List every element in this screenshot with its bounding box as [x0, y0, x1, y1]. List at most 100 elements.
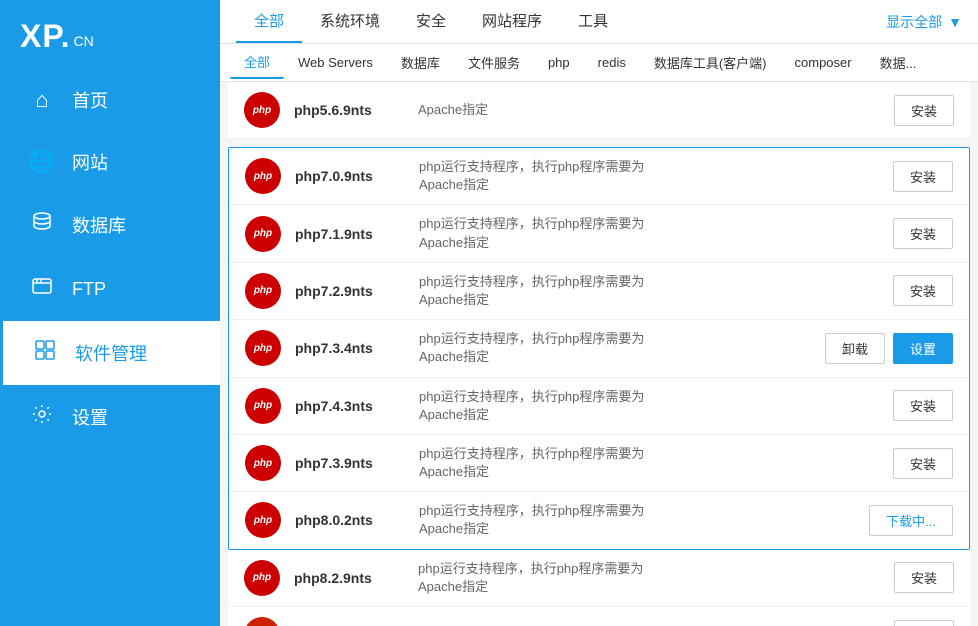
sidebar-item-home-label: 首页 [72, 87, 108, 113]
sidebar-item-ftp[interactable]: FTP [0, 257, 220, 321]
logo-area: XP. CN [0, 0, 220, 69]
main-content: 全部 系统环境 安全 网站程序 工具 显示全部 ▼ 全部 Web Servers… [220, 0, 978, 626]
redis-badge: Rit [244, 617, 280, 626]
sidebar-nav: ⌂ 首页 🌐 网站 数据库 [0, 69, 220, 626]
logo-text: XP. [20, 18, 70, 55]
settings-button[interactable]: 设置 [893, 333, 953, 364]
subtab-php[interactable]: php [534, 49, 584, 76]
install-button[interactable]: 安装 [893, 161, 953, 192]
subtab-composer[interactable]: composer [781, 49, 866, 76]
tab-tools[interactable]: 工具 [560, 0, 626, 43]
package-desc: php运行支持程序，执行php程序需要为 Apache指定 [419, 502, 855, 538]
bordered-package-section: php php7.0.9nts php运行支持程序，执行php程序需要为 Apa… [228, 147, 970, 550]
show-all-label: 显示全部 [886, 12, 942, 32]
package-name: php7.0.9nts [295, 168, 405, 184]
install-button[interactable]: 安装 [894, 95, 954, 126]
php-badge: php [245, 158, 281, 194]
list-item: php php7.1.9nts php运行支持程序，执行php程序需要为 Apa… [229, 205, 969, 262]
package-name: php8.2.9nts [294, 570, 404, 586]
package-actions: 安装 [894, 620, 954, 626]
package-name: php7.2.9nts [295, 283, 405, 299]
package-name: php7.1.9nts [295, 226, 405, 242]
tab-system-env[interactable]: 系统环境 [302, 0, 398, 43]
chevron-down-icon: ▼ [948, 14, 962, 30]
sidebar-item-home[interactable]: ⌂ 首页 [0, 69, 220, 131]
package-actions: 安装 [893, 390, 953, 421]
package-desc: php运行支持程序，执行php程序需要为 Apache指定 [419, 445, 879, 481]
install-button[interactable]: 安装 [893, 275, 953, 306]
package-desc: php运行支持程序，执行php程序需要为 Apache指定 [419, 215, 879, 251]
subtab-fileservice[interactable]: 文件服务 [454, 47, 534, 78]
list-item: php php7.3.4nts php运行支持程序，执行php程序需要为 Apa… [229, 320, 969, 377]
subtab-webservers[interactable]: Web Servers [284, 49, 387, 76]
list-item: php php7.4.3nts php运行支持程序，执行php程序需要为 Apa… [229, 378, 969, 435]
top-tabs: 全部 系统环境 安全 网站程序 工具 显示全部 ▼ [220, 0, 978, 44]
sidebar-item-database-label: 数据库 [72, 212, 126, 238]
sidebar-item-software-label: 软件管理 [75, 340, 147, 366]
install-button[interactable]: 安装 [894, 562, 954, 593]
sidebar-item-website-label: 网站 [72, 149, 108, 175]
package-actions: 安装 [893, 448, 953, 479]
show-all-button[interactable]: 显示全部 ▼ [886, 12, 962, 32]
package-list: php php5.6.9nts Apache指定 安装 php php7.0.9… [220, 82, 978, 626]
settings-icon [28, 403, 56, 431]
install-button[interactable]: 安装 [893, 448, 953, 479]
package-name: php7.3.9nts [295, 455, 405, 471]
package-desc: php运行支持程序，执行php程序需要为 Apache指定 [419, 273, 879, 309]
ftp-icon [28, 275, 56, 303]
list-item: php php5.6.9nts Apache指定 安装 [228, 82, 970, 139]
list-item: php php7.3.9nts php运行支持程序，执行php程序需要为 Apa… [229, 435, 969, 492]
sidebar-item-database[interactable]: 数据库 [0, 193, 220, 257]
home-icon: ⌂ [28, 87, 56, 113]
php-badge: php [244, 92, 280, 128]
uninstall-button[interactable]: 卸载 [825, 333, 885, 364]
sidebar-item-settings[interactable]: 设置 [0, 385, 220, 449]
sidebar-item-website[interactable]: 🌐 网站 [0, 131, 220, 193]
list-item: Rit ali-3.0.584 数据库优先工具 安装 [228, 607, 970, 626]
package-actions: 下载中... [869, 505, 953, 536]
subtab-database[interactable]: 数据库 [387, 47, 454, 78]
php-badge: php [245, 216, 281, 252]
tab-all[interactable]: 全部 [236, 0, 302, 43]
package-name: php5.6.9nts [294, 102, 404, 118]
php-badge: php [244, 560, 280, 596]
sidebar-item-settings-label: 设置 [72, 404, 108, 430]
package-desc: php运行支持程序，执行php程序需要为 Apache指定 [418, 560, 880, 596]
package-actions: 安装 [893, 275, 953, 306]
package-actions: 安装 [894, 95, 954, 126]
globe-icon: 🌐 [28, 149, 56, 175]
package-desc: php运行支持程序，执行php程序需要为 Apache指定 [419, 388, 879, 424]
package-actions: 安装 [894, 562, 954, 593]
sub-tabs: 全部 Web Servers 数据库 文件服务 php redis 数据库工具(… [220, 44, 978, 82]
install-button[interactable]: 安装 [893, 390, 953, 421]
package-actions: 安装 [893, 218, 953, 249]
tab-web-app[interactable]: 网站程序 [464, 0, 560, 43]
php-badge: php [245, 388, 281, 424]
subtab-more[interactable]: 数据... [866, 47, 931, 78]
subtab-redis[interactable]: redis [584, 49, 640, 76]
package-desc: php运行支持程序，执行php程序需要为 Apache指定 [419, 158, 879, 194]
sidebar-item-ftp-label: FTP [72, 279, 106, 300]
download-button[interactable]: 下载中... [869, 505, 953, 536]
subtab-all[interactable]: 全部 [230, 46, 284, 79]
package-desc: php运行支持程序，执行php程序需要为 Apache指定 [419, 330, 811, 366]
php-badge: php [245, 273, 281, 309]
install-button[interactable]: 安装 [893, 218, 953, 249]
sidebar-item-software[interactable]: 软件管理 [0, 321, 220, 385]
php-badge: php [245, 445, 281, 481]
database-icon [28, 211, 56, 239]
package-actions: 安装 [893, 161, 953, 192]
software-icon [31, 339, 59, 367]
list-item: php php8.2.9nts php运行支持程序，执行php程序需要为 Apa… [228, 550, 970, 607]
tab-security[interactable]: 安全 [398, 0, 464, 43]
package-name: php7.4.3nts [295, 398, 405, 414]
subtab-db-tools[interactable]: 数据库工具(客户端) [640, 47, 781, 78]
logo-cn: CN [73, 33, 93, 49]
package-name: php8.0.2nts [295, 512, 405, 528]
sidebar: XP. CN ⌂ 首页 🌐 网站 数据库 [0, 0, 220, 626]
list-item: php php8.0.2nts php运行支持程序，执行php程序需要为 Apa… [229, 492, 969, 548]
php-badge: php [245, 502, 281, 538]
php-badge: php [245, 330, 281, 366]
install-button[interactable]: 安装 [894, 620, 954, 626]
list-item: php php7.2.9nts php运行支持程序，执行php程序需要为 Apa… [229, 263, 969, 320]
